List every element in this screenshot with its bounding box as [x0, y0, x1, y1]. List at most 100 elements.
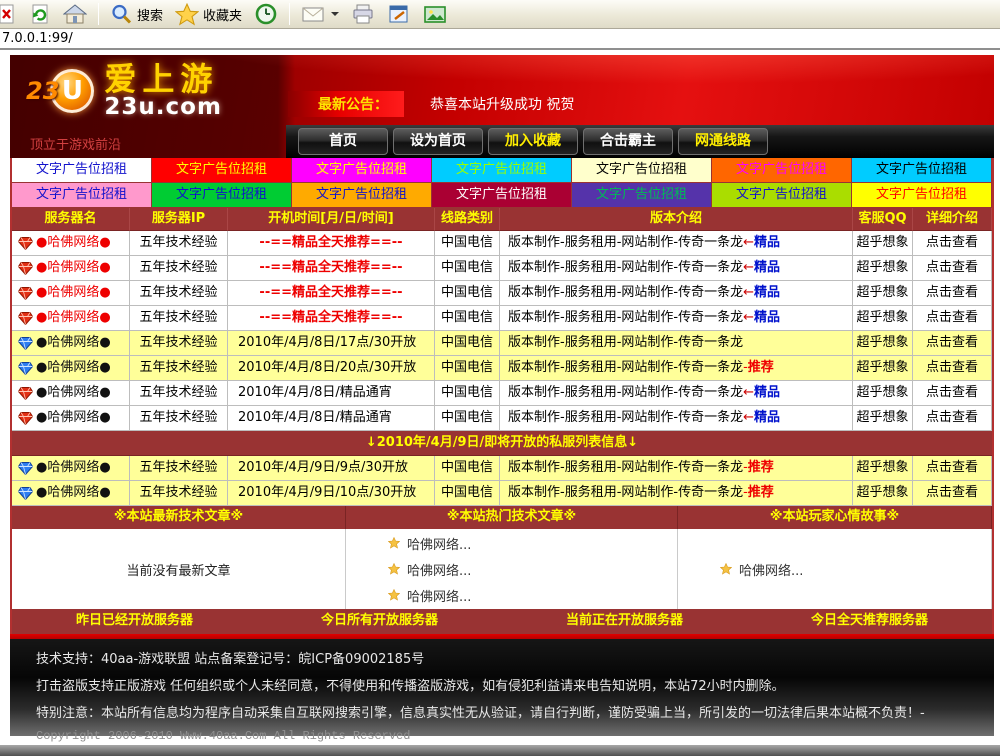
server-name-cell[interactable]: ●哈佛网络● [12, 356, 130, 381]
open-time-cell: 2010年/4月/8日/精品通宵 [228, 381, 435, 406]
stop-button[interactable] [0, 1, 22, 27]
search-label: 搜索 [137, 5, 163, 24]
ad-link[interactable]: 文字广告位招租 [292, 183, 432, 208]
server-name-cell[interactable]: ●哈佛网络● [12, 306, 130, 331]
address-bar[interactable]: 7.0.0.1:99/ [0, 29, 1000, 50]
ad-link[interactable]: 文字广告位招租 [572, 158, 712, 183]
detail-link[interactable]: 点击查看 [913, 356, 992, 381]
server-ip-cell: 五年技术经验 [130, 281, 228, 306]
server-name: ●哈佛网络● [36, 356, 111, 380]
detail-link[interactable]: 点击查看 [913, 231, 992, 256]
ad-link[interactable]: 文字广告位招租 [852, 183, 992, 208]
line-type-cell: 中国电信 [435, 306, 500, 331]
ad-link[interactable]: 文字广告位招租 [852, 158, 992, 183]
nav-button[interactable]: 首页 [298, 128, 388, 155]
article-link[interactable]: 哈佛网络... [388, 560, 677, 579]
site-logo[interactable]: 23 U 爱上游 23u.com [26, 63, 222, 119]
version-base: 版本制作-服务租用-网站制作-传奇一条龙 [508, 310, 743, 325]
footer-text-line: 技术支持：40aa-游戏联盟 站点备案登记号：皖ICP备09002185号 [36, 648, 968, 667]
mail-button[interactable] [296, 2, 344, 26]
ad-link[interactable]: 文字广告位招租 [152, 158, 292, 183]
ad-link[interactable]: 文字广告位招租 [432, 158, 572, 183]
detail-link[interactable]: 点击查看 [913, 331, 992, 356]
server-name-cell[interactable]: ●哈佛网络● [12, 481, 130, 506]
announcement-text: 恭喜本站升级成功 祝贺 [430, 94, 574, 114]
ad-link[interactable]: 文字广告位招租 [152, 183, 292, 208]
nav-button[interactable]: 加入收藏 [488, 128, 578, 155]
version-tag: 精品 [754, 285, 780, 300]
nav-button[interactable]: 设为首页 [393, 128, 483, 155]
bottom-nav-link[interactable]: 昨日已经开放服务器 [12, 609, 257, 634]
mail-dropdown-caret[interactable] [331, 12, 339, 16]
version-arrow: ← [743, 410, 754, 425]
favorites-button[interactable]: 收藏夹 [170, 1, 247, 28]
version-base: 版本制作-服务租用-网站制作-传奇一条龙 [508, 260, 743, 275]
detail-link[interactable]: 点击查看 [913, 381, 992, 406]
server-name-cell[interactable]: ●哈佛网络● [12, 231, 130, 256]
favorites-star-icon [175, 3, 199, 26]
bottom-nav-link[interactable]: 当前正在开放服务器 [502, 609, 747, 634]
address-url[interactable]: 7.0.0.1:99/ [2, 31, 73, 46]
search-button[interactable]: 搜索 [105, 1, 168, 28]
server-name-cell[interactable]: ●哈佛网络● [12, 381, 130, 406]
server-name-cell[interactable]: ●哈佛网络● [12, 456, 130, 481]
media-button[interactable] [418, 2, 452, 27]
open-time-cell: 2010年/4月/8日/17点/30开放 [228, 331, 435, 356]
server-ip-cell: 五年技术经验 [130, 256, 228, 281]
version-base: 版本制作-服务租用-网站制作-传奇一条龙 [508, 335, 743, 350]
ad-link[interactable]: 文字广告位招租 [432, 183, 572, 208]
qq-cell: 超乎想象 [853, 281, 913, 306]
detail-link[interactable]: 点击查看 [913, 406, 992, 431]
detail-link[interactable]: 点击查看 [913, 256, 992, 281]
gem-blue-icon [18, 362, 33, 375]
footer-lines: 技术支持：40aa-游戏联盟 站点备案登记号：皖ICP备09002185号打击盗… [36, 648, 968, 721]
server-name-cell[interactable]: ●哈佛网络● [12, 406, 130, 431]
server-name: ●哈佛网络● [36, 456, 111, 480]
line-type-cell: 中国电信 [435, 406, 500, 431]
server-name-cell[interactable]: ●哈佛网络● [12, 331, 130, 356]
article-star-icon [720, 563, 732, 575]
nav-button[interactable]: 网通线路 [678, 128, 768, 155]
open-time-cell: --==精品全天推荐==-- [228, 306, 435, 331]
bottom-nav-link[interactable]: 今日全天推荐服务器 [747, 609, 992, 634]
article-link[interactable]: 哈佛网络... [720, 560, 991, 579]
server-name-cell[interactable]: ●哈佛网络● [12, 256, 130, 281]
home-button[interactable] [58, 1, 92, 27]
nav-button[interactable]: 合击霸主 [583, 128, 673, 155]
article-link[interactable]: 哈佛网络... [388, 586, 677, 605]
edit-button[interactable] [382, 1, 416, 27]
server-name: ●哈佛网络● [36, 406, 111, 430]
ad-link[interactable]: 文字广告位招租 [712, 158, 852, 183]
print-button[interactable] [346, 1, 380, 27]
ad-link[interactable]: 文字广告位招租 [712, 183, 852, 208]
article-title: 哈佛网络... [407, 560, 471, 579]
ad-link[interactable]: 文字广告位招租 [12, 183, 152, 208]
ad-link[interactable]: 文字广告位招租 [572, 183, 712, 208]
history-button[interactable] [249, 0, 283, 28]
detail-link[interactable]: 点击查看 [913, 281, 992, 306]
no-articles-text: 当前没有最新文章 [126, 560, 230, 579]
server-name-cell[interactable]: ●哈佛网络● [12, 281, 130, 306]
detail-link[interactable]: 点击查看 [913, 481, 992, 506]
ad-link[interactable]: 文字广告位招租 [12, 158, 152, 183]
line-type-cell: 中国电信 [435, 356, 500, 381]
article-title: 哈佛网络... [407, 586, 471, 605]
server-name: ●哈佛网络● [36, 381, 111, 405]
open-time-cell: 2010年/4月/8日/精品通宵 [228, 406, 435, 431]
server-row: ●哈佛网络●五年技术经验2010年/4月/9日/9点/30开放中国电信版本制作-… [12, 456, 992, 481]
detail-link[interactable]: 点击查看 [913, 306, 992, 331]
version-base: 版本制作-服务租用-网站制作-传奇一条龙 [508, 235, 743, 250]
server-row: ●哈佛网络●五年技术经验--==精品全天推荐==--中国电信版本制作-服务租用-… [12, 231, 992, 256]
browser-toolbar: 搜索 收藏夹 [0, 0, 1000, 29]
article-link[interactable]: 哈佛网络... [388, 534, 677, 553]
bottom-nav-link[interactable]: 今日所有开放服务器 [257, 609, 502, 634]
logo-23-text: 23 [26, 77, 59, 105]
home-icon [63, 3, 87, 25]
refresh-button[interactable] [24, 1, 56, 27]
latest-articles-column: 当前没有最新文章 [12, 529, 346, 609]
line-type-cell: 中国电信 [435, 456, 500, 481]
footer-copyright: Copyright 2006-2010 Www.40aa.Com All Rig… [36, 729, 968, 743]
ad-link[interactable]: 文字广告位招租 [292, 158, 432, 183]
version-cell: 版本制作-服务租用-网站制作-传奇一条龙←精品 [500, 231, 853, 256]
detail-link[interactable]: 点击查看 [913, 456, 992, 481]
